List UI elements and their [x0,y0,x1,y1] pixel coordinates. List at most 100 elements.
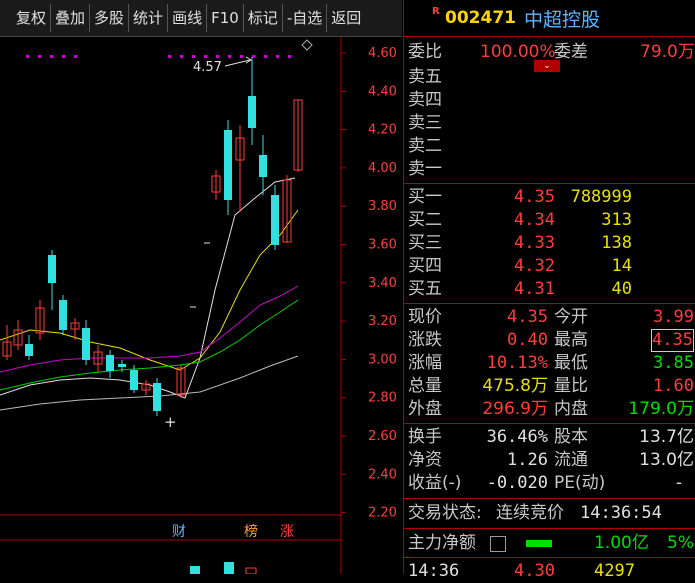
sell-2-label: 卖二 [408,136,442,156]
price-axis-tick: 3.80 [368,199,397,214]
divider [404,423,695,424]
net-flow-row[interactable]: 主力净额 1.00亿 5% [404,532,695,555]
change-label: 涨跌 [408,330,442,350]
volume-value: 475.8万 [482,376,548,396]
trading-status-label: 交易状态: [408,503,482,523]
sell-level-4[interactable]: 卖四 [404,89,695,112]
toolbar-overlay-button[interactable]: 叠加 [51,4,91,32]
buy-levels: 买一 4.35 788999 买二 4.34 313 买三 4.33 138 买… [404,186,695,301]
sell-4-label: 卖四 [408,90,442,110]
divider [404,498,695,499]
price-label: 现价 [408,307,442,327]
buy-4-price: 4.32 [514,256,555,276]
ma-white-line [0,177,296,399]
trading-status-value: 连续竞价 [496,503,564,523]
toolbar-statistics-button[interactable]: 统计 [129,4,169,32]
eps-value: -0.020 [486,473,548,493]
toolbar-fuquan-button[interactable]: 复权 [12,4,52,32]
price-axis-tick: 3.60 [368,238,397,253]
float-shares-value: 13.0亿 [639,450,694,470]
buy-2-label: 买二 [408,210,442,230]
buy-5-volume: 40 [611,279,632,299]
sell-3-label: 卖三 [408,113,442,133]
tick-time: 14:36 [408,561,460,581]
toolbar-f10-button[interactable]: F10 [207,4,244,32]
toolbar-watchlist-button[interactable]: -自选 [283,4,328,32]
turnover-row: 换手 36.46% 股本 13.7亿 [404,426,695,449]
share-capital-label: 股本 [554,427,588,447]
diamond-icon[interactable] [301,39,313,51]
low-marker: + [164,413,177,431]
pe-value: - [675,473,682,493]
top-dotted-markers [26,55,291,58]
low-value: 3.85 [653,353,694,373]
volume-ratio-value: 1.60 [653,376,694,396]
buy-2-volume: 313 [601,210,632,230]
divider [404,557,695,558]
sell-level-3[interactable]: 卖三 [404,112,695,135]
volume-row: 总量 475.8万 量比 1.60 [404,375,695,398]
buy-level-4[interactable]: 买四 4.32 14 [404,255,695,278]
event-tag[interactable]: 涨 [280,524,294,540]
volume-ratio-label: 量比 [554,376,588,396]
tick-volume: 4297 [594,561,635,581]
price-axis-tick: 2.80 [368,391,397,406]
share-capital-value: 13.7亿 [639,427,694,447]
buy-level-2[interactable]: 买二 4.34 313 [404,209,695,232]
eps-row: 收益(-) -0.020 PE(动) - [404,472,695,495]
toolbar-mark-button[interactable]: 标记 [244,4,283,32]
change-value: 0.40 [507,330,548,350]
buy-2-price: 4.34 [514,210,555,230]
price-axis-tick: 3.00 [368,352,397,367]
price-axis-tick: 2.40 [368,467,397,482]
trading-status-time: 14:36:54 [580,503,662,523]
event-tag[interactable]: 榜 [244,523,258,540]
buy-level-3[interactable]: 买三 4.33 138 [404,232,695,255]
buy-4-volume: 14 [611,256,632,276]
divider [404,528,695,529]
tick-price: 4.30 [514,561,555,581]
price-axis-tick: 2.60 [368,429,397,444]
stock-name[interactable]: 中超控股 [524,5,600,32]
price-axis-tick: 4.00 [368,161,397,176]
weibi-label: 委比 [408,42,442,62]
inner-value: 179.0万 [628,399,694,419]
divider [404,303,695,304]
float-shares-label: 流通 [554,450,588,470]
low-label: 最低 [554,353,588,373]
net-flow-bar [526,540,552,547]
toolbar-multi-stock-button[interactable]: 多股 [90,4,130,32]
high-value: 4.35 [651,329,694,352]
quote-stats: 现价 4.35 今开 3.99 涨跌 0.40 最高 4.35 涨幅 10.13… [404,306,695,421]
buy-5-price: 4.31 [514,279,555,299]
ma-green-line [0,299,299,391]
rzrq-badge: R [432,6,440,17]
sell-level-1[interactable]: 卖一 [404,158,695,181]
sell-level-2[interactable]: 卖二 [404,135,695,158]
high-label: 最高 [554,330,588,350]
price-axis-tick: 3.40 [368,276,397,291]
pct-change-label: 涨幅 [408,353,442,373]
price-axis-tick: 3.20 [368,314,397,329]
volume-label: 总量 [408,376,442,396]
buy-level-5[interactable]: 买五 4.31 40 [404,278,695,301]
buy-3-label: 买三 [408,233,442,253]
stock-title-bar: R 002471 中超控股 [404,0,695,37]
price-axis-tick: 2.20 [368,506,397,521]
buy-level-1[interactable]: 买一 4.35 788999 [404,186,695,209]
change-row: 涨跌 0.40 最高 4.35 [404,329,695,352]
event-tag[interactable]: 财 [172,524,186,540]
sell-levels: 卖五 卖四 卖三 卖二 卖一 [404,66,695,181]
buy-1-label: 买一 [408,187,442,207]
stock-code[interactable]: 002471 [445,8,516,28]
outer-value: 296.9万 [482,399,548,419]
toolbar-draw-line-button[interactable]: 画线 [168,4,208,32]
list-icon[interactable] [490,536,506,552]
quote-panel: R 002471 中超控股 委比 100.00% 委差 79.0万 ⌄ 卖五 卖… [403,0,695,581]
pct-change-value: 10.13% [486,353,548,373]
kline-chart[interactable]: 4.60 4.40 4.20 4.00 3.80 3.60 3.40 3.20 3.00 2.80… [0,37,402,575]
net-flow-label: 主力净额 [408,533,476,553]
sell-level-5[interactable]: 卖五 [404,66,695,89]
toolbar-back-button[interactable]: 返回 [327,4,365,32]
open-value: 3.99 [653,307,694,327]
